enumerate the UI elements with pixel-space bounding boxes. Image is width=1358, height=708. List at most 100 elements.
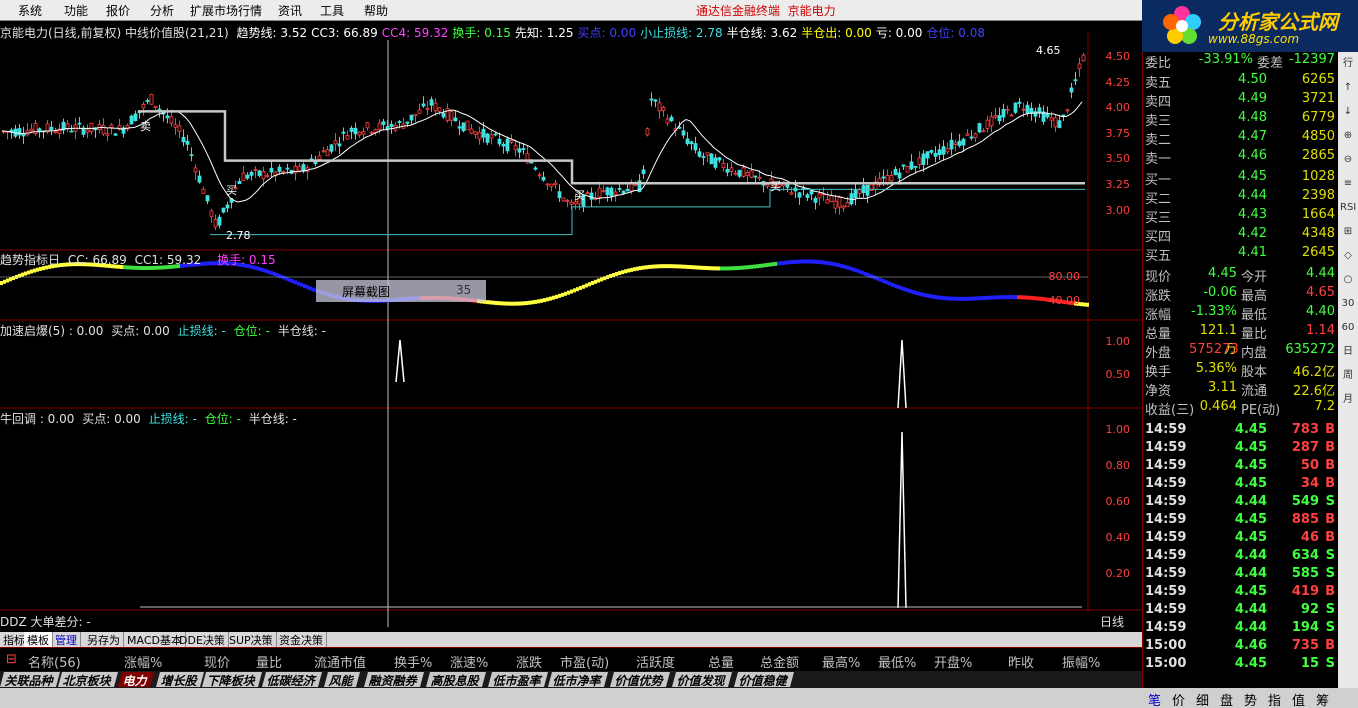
toolbar-button[interactable]: 日 bbox=[1340, 344, 1356, 360]
column-header[interactable]: 流通市值 bbox=[314, 652, 366, 671]
toolbar-button[interactable]: RSI bbox=[1340, 200, 1356, 216]
menu-quote[interactable]: 报价 bbox=[106, 2, 130, 19]
candle-body bbox=[1065, 109, 1070, 112]
toolbar-button[interactable]: ↑ bbox=[1340, 80, 1356, 96]
column-header[interactable]: 总金额 bbox=[760, 652, 799, 671]
menu-news[interactable]: 资讯 bbox=[278, 2, 302, 19]
column-header[interactable]: 最高% bbox=[822, 652, 860, 671]
sector-tab[interactable]: 下降板块 bbox=[201, 672, 263, 688]
sector-tab[interactable]: 关联品种 bbox=[0, 672, 61, 688]
menu-tools[interactable]: 工具 bbox=[320, 2, 344, 19]
oscillator-bar bbox=[702, 265, 705, 270]
column-header[interactable]: 现价 bbox=[204, 652, 230, 671]
candle-body bbox=[477, 131, 482, 140]
sector-tab[interactable]: 低市净率 bbox=[547, 672, 609, 688]
indicator-tab[interactable]: DDE决策 bbox=[176, 632, 229, 647]
sector-tab[interactable]: 北京板块 bbox=[57, 672, 119, 688]
sector-tab[interactable]: 价值稳健 bbox=[733, 672, 795, 688]
quote-tab[interactable]: 笔 bbox=[1148, 690, 1161, 708]
oscillator-bar bbox=[1038, 296, 1041, 301]
sector-tab[interactable]: 融资融券 bbox=[363, 672, 425, 688]
column-header[interactable]: 振幅% bbox=[1062, 652, 1100, 671]
oscillator-bar bbox=[993, 295, 996, 300]
toolbar-button[interactable]: ◇ bbox=[1340, 248, 1356, 264]
toolbar-button[interactable]: 周 bbox=[1340, 368, 1356, 384]
candle-body bbox=[481, 128, 486, 138]
toolbar-button[interactable]: ⊖ bbox=[1340, 152, 1356, 168]
indicator-tab[interactable]: 模板 bbox=[24, 632, 53, 647]
candle-body bbox=[317, 155, 322, 160]
quote-tab[interactable]: 盘 bbox=[1220, 690, 1233, 708]
indicator-tab[interactable]: SUP决策 bbox=[226, 632, 277, 647]
toolbar-button[interactable]: ⊞ bbox=[1340, 224, 1356, 240]
candle-body bbox=[713, 157, 718, 168]
column-header[interactable]: 换手% bbox=[394, 652, 432, 671]
quote-tab[interactable]: 筹 bbox=[1316, 690, 1329, 708]
chart-area[interactable]: 京能电力(日线,前复权) 中线价值股(21,21) 趋势线: 3.52 CC3: … bbox=[0, 22, 1142, 632]
column-header[interactable]: 开盘% bbox=[934, 652, 972, 671]
menu-extended-market[interactable]: 扩展市场行情 bbox=[190, 2, 262, 19]
quote-tab[interactable]: 值 bbox=[1292, 690, 1305, 708]
oscillator-bar bbox=[288, 277, 291, 282]
oscillator-bar bbox=[681, 264, 684, 269]
panel2-y-label: 80.00 bbox=[1048, 270, 1081, 283]
toolbar-button[interactable]: ○ bbox=[1340, 272, 1356, 288]
stat-value: 575273 bbox=[1189, 342, 1239, 357]
sector-tab[interactable]: 风能 bbox=[323, 672, 361, 688]
sector-tab[interactable]: 低碳经济 bbox=[261, 672, 323, 688]
toolbar-button[interactable]: ↓ bbox=[1340, 104, 1356, 120]
sector-tab[interactable]: 增长股 bbox=[155, 672, 205, 688]
oscillator-bar bbox=[6, 278, 9, 283]
column-header[interactable]: 涨跌 bbox=[516, 652, 542, 671]
column-header[interactable]: 市盈(动) bbox=[560, 652, 609, 671]
quote-tab[interactable]: 势 bbox=[1244, 690, 1257, 708]
oscillator-bar bbox=[633, 267, 636, 272]
oscillator-bar bbox=[840, 263, 843, 268]
toolbar-button[interactable]: 60 bbox=[1340, 320, 1356, 336]
indicator-tab[interactable]: 另存为 bbox=[84, 632, 124, 647]
menu-help[interactable]: 帮助 bbox=[364, 2, 388, 19]
sector-tab[interactable]: 价值发现 bbox=[671, 672, 733, 688]
indicator-tab[interactable]: 管理 bbox=[52, 632, 81, 647]
sector-tab[interactable]: 低市盈率 bbox=[487, 672, 549, 688]
bid-row: 买四 4.42 4348 bbox=[1145, 226, 1337, 245]
menu-function[interactable]: 功能 bbox=[64, 2, 88, 19]
toolbar-button[interactable]: 行 bbox=[1340, 56, 1356, 72]
sector-tab[interactable]: 电力 bbox=[117, 672, 155, 688]
toolbar-button[interactable]: 30 bbox=[1340, 296, 1356, 312]
period-label[interactable]: 日线 bbox=[1100, 613, 1124, 630]
sector-tab[interactable]: 价值优势 bbox=[609, 672, 671, 688]
candle-body bbox=[261, 171, 266, 180]
column-header[interactable]: 最低% bbox=[878, 652, 916, 671]
column-header[interactable]: 涨速% bbox=[450, 652, 488, 671]
column-header[interactable]: 涨幅% bbox=[124, 652, 162, 671]
column-header[interactable]: 昨收 bbox=[1008, 652, 1034, 671]
toolbar-button[interactable]: ⊕ bbox=[1340, 128, 1356, 144]
screenshot-overlay[interactable]: 屏幕截图 35 bbox=[316, 280, 486, 302]
candle-body bbox=[505, 138, 510, 152]
oscillator-bar bbox=[882, 279, 885, 284]
quote-tab[interactable]: 细 bbox=[1196, 690, 1209, 708]
menu-analysis[interactable]: 分析 bbox=[150, 2, 174, 19]
tick-time: 14:59 bbox=[1145, 512, 1187, 527]
quote-tab[interactable]: 指 bbox=[1268, 690, 1281, 708]
toolbar-button[interactable]: ≡ bbox=[1340, 176, 1356, 192]
candle-body bbox=[269, 167, 274, 173]
oscillator-bar bbox=[858, 269, 861, 274]
sector-tab[interactable]: 高股息股 bbox=[425, 672, 487, 688]
menu-system[interactable]: 系统 bbox=[18, 2, 42, 19]
oscillator-bar bbox=[687, 264, 690, 269]
toolbar-button[interactable]: 月 bbox=[1340, 392, 1356, 408]
quote-tab[interactable]: 价 bbox=[1172, 690, 1185, 708]
indicator-tab[interactable]: 资金决策 bbox=[276, 632, 327, 647]
candle-body bbox=[381, 121, 386, 125]
stat-label: 换手 bbox=[1145, 365, 1172, 380]
column-header[interactable]: 活跃度 bbox=[636, 652, 675, 671]
column-header[interactable]: 量比 bbox=[256, 652, 282, 671]
stat-value: 4.45 bbox=[1208, 266, 1237, 281]
oscillator-bar bbox=[987, 295, 990, 300]
panel3-info: 加速启爆(5) : 0.00 买点: 0.00 止损线: - 仓位: - 半仓线… bbox=[0, 322, 330, 339]
column-header[interactable]: 名称(56) bbox=[28, 652, 81, 671]
candle-body bbox=[857, 189, 862, 194]
column-header[interactable]: 总量 bbox=[708, 652, 734, 671]
